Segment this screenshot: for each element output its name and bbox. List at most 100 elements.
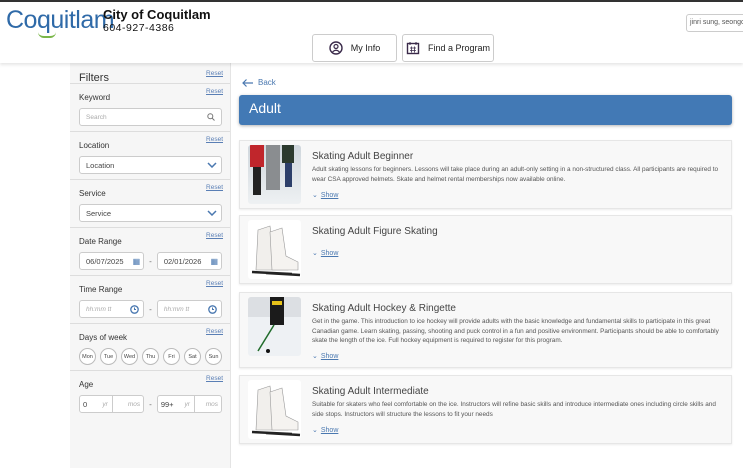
chevron-down-icon: ⌄ [312,353,318,360]
show-more-link[interactable]: ⌄ Show [312,249,339,258]
keyword-filter: Keyword Reset Search [70,84,230,132]
location-select[interactable]: Location [79,156,222,174]
logo-swoosh-icon [38,32,56,38]
category-banner: Adult [239,95,732,125]
yr-unit: yr [102,400,108,408]
reset-keyword-link[interactable]: Reset [206,88,223,95]
find-program-label: Find a Program [427,43,491,53]
calendar-icon[interactable]: ▦ [210,257,218,266]
my-info-button[interactable]: My Info [312,34,397,62]
program-title[interactable]: Skating Adult Beginner [312,151,413,162]
program-card[interactable]: Skating Adult Figure Skating ⌄ Show [239,215,732,284]
min-age-yr: 0 [83,399,88,409]
program-title[interactable]: Skating Adult Figure Skating [312,226,438,237]
max-age-input[interactable]: 99+ yr mos [156,395,223,413]
age-label: Age [79,380,94,389]
day-sun-toggle[interactable]: Sun [205,348,222,365]
program-card[interactable]: Skating Adult Beginner Adult skating les… [239,140,732,209]
start-date-input[interactable]: 06/07/2025 ▦ [79,252,145,270]
day-fri-toggle[interactable]: Fri [163,348,180,365]
date-range-label: Date Range [79,237,122,246]
mos-unit: mos [127,400,141,408]
service-select[interactable]: Service [79,204,222,222]
filters-title: Filters [79,72,109,84]
filters-header: Filters Reset [70,63,230,84]
show-label: Show [320,249,339,257]
days-of-week-filter: Days of week Reset Mon Tue Wed Thu Fri S… [70,324,230,371]
end-time-placeholder: hh:mm tt [163,305,190,313]
program-image-hockey [248,297,301,356]
search-icon [207,113,215,121]
program-description: Suitable for skaters who feel comfortabl… [312,401,716,418]
filters-sidebar: Filters Reset Keyword Reset Search Locat… [70,63,231,468]
user-account-menu[interactable]: jinri sung, seongcoo [686,14,743,32]
time-range-filter: Time Range Reset hh:mm tt - hh:mm tt [70,276,230,324]
day-wed-toggle[interactable]: Wed [121,348,138,365]
time-range-label: Time Range [79,285,123,294]
user-circle-icon [329,41,343,55]
program-image-skaters [248,145,301,204]
program-image-figure-skates [248,220,301,279]
location-filter: Location Reset Location [70,132,230,180]
reset-all-link[interactable]: Reset [206,70,223,77]
start-date-value: 06/07/2025 [86,256,124,266]
service-label: Service [79,189,106,198]
chevron-down-icon [207,210,217,216]
program-card[interactable]: Skating Adult Hockey & Ringette Get in t… [239,292,732,368]
back-link[interactable]: Back [242,78,276,87]
show-more-link[interactable]: ⌄ Show [312,426,339,435]
age-filter: Age Reset 0 yr mos - 99+ yr mos [70,371,230,418]
start-time-input[interactable]: hh:mm tt [79,300,145,318]
clock-icon[interactable] [130,304,140,314]
chevron-down-icon: ⌄ [312,192,318,199]
program-card[interactable]: Skating Adult Intermediate Suitable for … [239,375,732,444]
range-dash: - [149,399,152,409]
day-tue-toggle[interactable]: Tue [100,348,117,365]
end-time-input[interactable]: hh:mm tt [156,300,223,318]
location-value: Location [86,160,115,170]
reset-age-link[interactable]: Reset [206,375,223,382]
reset-location-link[interactable]: Reset [206,136,223,143]
date-range-filter: Date Range Reset 06/07/2025 ▦ - 02/01/202… [70,228,230,276]
mos-unit: mos [205,400,218,408]
program-title[interactable]: Skating Adult Intermediate [312,386,429,397]
arrow-left-icon [242,78,253,87]
back-label: Back [258,78,276,87]
yr-unit: yr [184,400,190,408]
end-date-input[interactable]: 02/01/2026 ▦ [156,252,223,270]
org-phone: 604-927-4386 [103,22,175,34]
org-name: City of Coquitlam [103,7,211,22]
reset-time-link[interactable]: Reset [206,280,223,287]
program-list: Back Adult Skating Adult Beginner Adult … [232,63,743,468]
show-label: Show [320,191,339,199]
keyword-label: Keyword [79,93,111,102]
reset-date-link[interactable]: Reset [206,232,223,239]
show-more-link[interactable]: ⌄ Show [312,191,339,200]
days-label: Days of week [79,333,128,342]
reset-days-link[interactable]: Reset [206,328,223,335]
calendar-icon [406,42,420,55]
find-program-button[interactable]: Find a Program [402,34,494,62]
show-label: Show [320,352,339,360]
range-dash: - [149,256,152,266]
program-title[interactable]: Skating Adult Hockey & Ringette [312,303,456,314]
calendar-icon[interactable]: ▦ [133,257,141,266]
max-age-yr: 99+ [160,399,174,409]
logo-text: Coquitlam [6,6,115,34]
day-mon-toggle[interactable]: Mon [79,348,96,365]
range-dash: - [149,304,152,314]
show-label: Show [320,426,339,434]
chevron-down-icon: ⌄ [312,250,318,257]
chevron-down-icon: ⌄ [312,427,318,434]
reset-service-link[interactable]: Reset [206,184,223,191]
day-thu-toggle[interactable]: Thu [142,348,159,365]
min-age-input[interactable]: 0 yr mos [79,395,145,413]
keyword-placeholder: Search [86,113,107,121]
keyword-search-input[interactable]: Search [79,108,222,126]
coquitlam-logo[interactable]: Coquitlam [6,6,115,38]
service-filter: Service Reset Service [70,180,230,228]
location-label: Location [79,141,110,150]
show-more-link[interactable]: ⌄ Show [312,352,339,361]
day-sat-toggle[interactable]: Sat [184,348,201,365]
clock-icon[interactable] [208,304,217,314]
